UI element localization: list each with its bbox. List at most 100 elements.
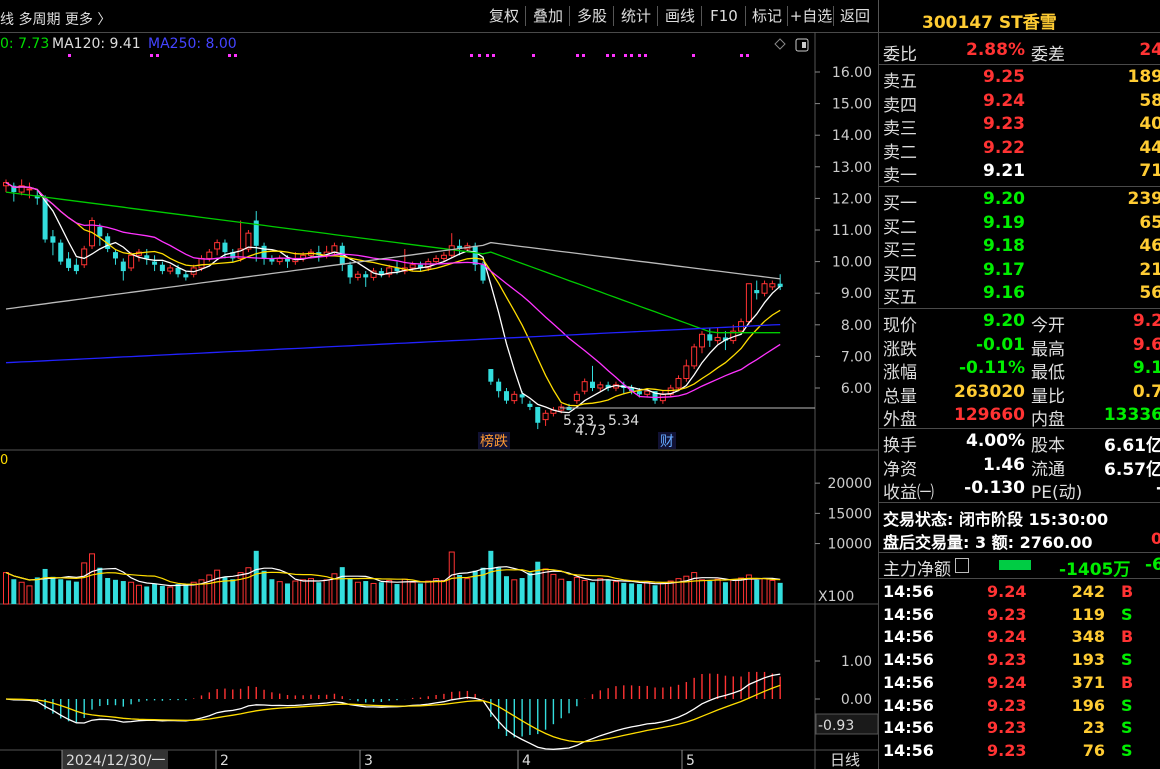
candle-body xyxy=(128,254,135,269)
candle-body xyxy=(636,391,642,395)
quote-label: 最低 xyxy=(1031,363,1065,383)
f10-button[interactable]: F10 xyxy=(701,4,746,28)
divider xyxy=(879,308,1160,309)
trade-time: 14:56 xyxy=(883,740,934,760)
ask-label: 卖一 xyxy=(883,166,917,186)
macd-dif-line xyxy=(5,673,781,750)
trade-time: 14:56 xyxy=(883,672,934,692)
trade-price: 9.23 xyxy=(987,740,1027,760)
bid-price: 9.18 xyxy=(983,236,1025,256)
candle-body xyxy=(144,255,150,259)
volume-bar xyxy=(659,582,666,605)
ask-volume: 189 xyxy=(1127,67,1160,87)
candle-body xyxy=(675,378,682,389)
volume-bar xyxy=(667,580,674,605)
quote-label: 量比 xyxy=(1031,386,1065,407)
bid-label: 买四 xyxy=(883,264,917,285)
candle-body xyxy=(433,257,440,263)
event-marker xyxy=(68,54,71,57)
volume-bar xyxy=(754,579,760,604)
macd-dea-line xyxy=(5,684,781,743)
divider xyxy=(879,502,1160,503)
volume-bar xyxy=(307,578,314,605)
candle-body xyxy=(542,412,549,421)
trade-side: B xyxy=(1121,672,1134,692)
trade-volume: 23 xyxy=(1082,718,1105,738)
event-marker xyxy=(740,54,743,57)
candle-body xyxy=(409,264,416,269)
volume-bar xyxy=(167,586,174,605)
after-hours-pct: 0 xyxy=(1151,529,1160,548)
volume-bar xyxy=(316,582,322,604)
volume-bar xyxy=(480,567,486,604)
volume-bar xyxy=(488,550,494,604)
candle-body xyxy=(26,188,33,191)
trade-side: S xyxy=(1121,718,1133,738)
event-marker xyxy=(150,54,153,57)
stats-button[interactable]: 统计 xyxy=(613,4,658,28)
add-watch-button[interactable]: +自选 xyxy=(787,4,834,28)
price-tick-label: 15.00 xyxy=(832,97,872,113)
trade-volume: 119 xyxy=(1071,604,1105,624)
event-marker xyxy=(644,54,647,57)
candle-body xyxy=(472,245,478,265)
candle-body xyxy=(597,384,604,389)
volume-bar xyxy=(26,585,33,605)
quote-value: - xyxy=(1083,478,1160,498)
volume-bar xyxy=(612,581,619,605)
volume-bar xyxy=(214,569,221,605)
mark-button[interactable]: 标记 xyxy=(745,4,788,28)
trading-status: 交易状态: 闭市阶段 15:30:00 xyxy=(883,510,1109,529)
volume-bar xyxy=(738,577,745,605)
candle-body xyxy=(745,283,752,323)
list-icon[interactable] xyxy=(955,558,969,573)
fuquan-button[interactable]: 复权 xyxy=(482,4,526,28)
candle-body xyxy=(511,393,518,402)
ask-volume: 44 xyxy=(1139,137,1160,158)
trade-price: 9.23 xyxy=(987,604,1027,624)
volume-bar xyxy=(550,573,557,605)
ask-label: 卖五 xyxy=(883,72,917,92)
quote-label: 现价 xyxy=(883,316,917,336)
price-tick-label: 7.00 xyxy=(841,349,872,365)
volume-bar xyxy=(698,579,705,605)
back-button[interactable]: 返回 xyxy=(833,4,876,28)
main-net-value: -1405万 xyxy=(1059,560,1131,580)
candle-body xyxy=(581,381,588,392)
period-label[interactable]: 日线 xyxy=(830,751,860,769)
volume-bar xyxy=(394,584,400,604)
event-marker xyxy=(234,54,237,57)
candle-body xyxy=(120,261,126,272)
vol-legend: 0 xyxy=(0,453,8,468)
trade-price: 9.24 xyxy=(987,627,1027,647)
event-marker xyxy=(228,54,231,57)
draw-button[interactable]: 画线 xyxy=(657,4,702,28)
period-selector[interactable]: 线 多周期 更多 〉 xyxy=(0,9,111,29)
vol-tick-label: 15000 xyxy=(827,506,872,522)
volume-bar xyxy=(206,574,213,605)
event-marker xyxy=(478,54,481,57)
candle-body xyxy=(198,257,205,269)
event-marker xyxy=(156,54,159,57)
quote-label: 净资 xyxy=(883,459,917,480)
candle-body xyxy=(378,271,384,275)
kline-chart[interactable]: 16.00 15.00 14.00 13.00 12.00 11.00 10.00 9.00 8… xyxy=(0,32,878,769)
ask-price: 9.21 xyxy=(983,161,1025,181)
volume-bar xyxy=(542,568,549,605)
bid-label: 买五 xyxy=(883,288,917,308)
overlay-button[interactable]: 叠加 xyxy=(525,4,570,28)
weicha-label: 委差 xyxy=(1031,45,1065,65)
quote-label: 涨幅 xyxy=(883,363,917,383)
date-tick-label: 5 xyxy=(686,753,695,769)
bid-price: 9.20 xyxy=(983,189,1025,209)
multi-stock-button[interactable]: 多股 xyxy=(569,4,614,28)
annotation-price: 5.34 xyxy=(608,413,639,429)
candle-body xyxy=(66,258,72,268)
candle-body xyxy=(42,198,48,240)
volume-bar xyxy=(535,561,541,604)
volume-bar xyxy=(112,579,118,604)
trade-price: 9.24 xyxy=(987,582,1027,601)
candle-body xyxy=(754,290,760,294)
price-tick-label: 10.00 xyxy=(832,255,872,271)
quote-value: 6.61亿 xyxy=(1104,436,1160,456)
